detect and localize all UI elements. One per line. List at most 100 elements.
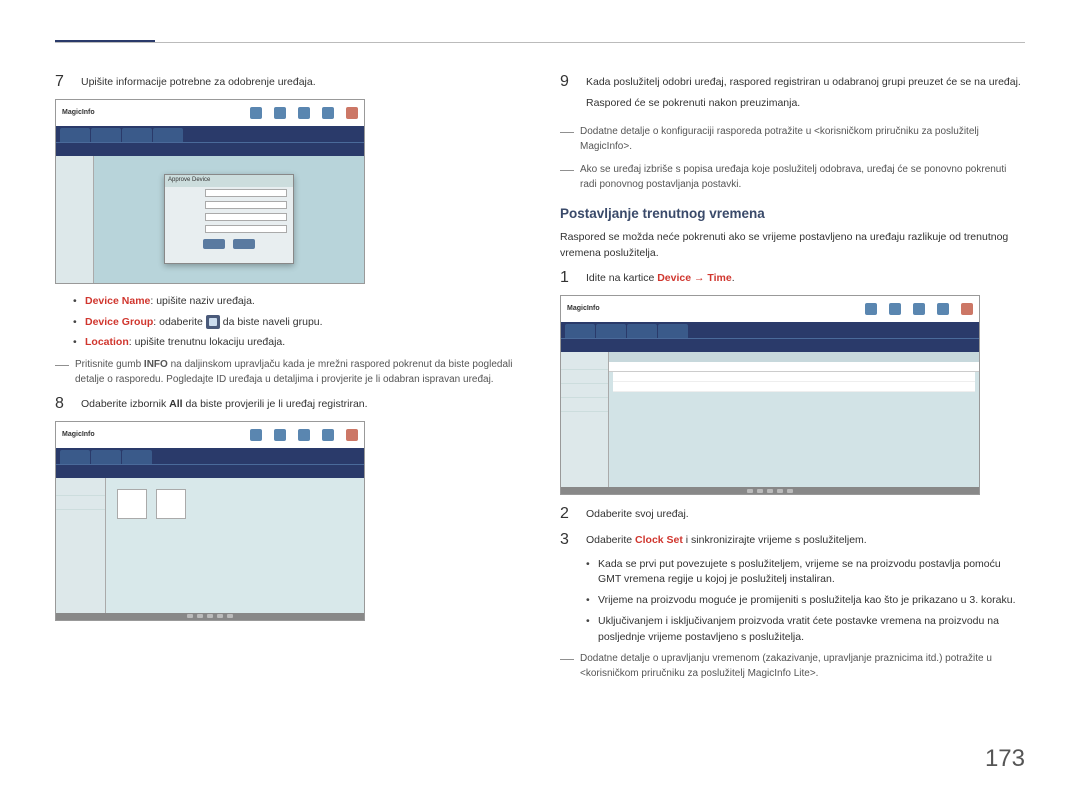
ss-dialog-row bbox=[165, 199, 293, 211]
screenshot-approve-device: MagicInfo Appro bbox=[55, 99, 365, 284]
ss-tabs bbox=[56, 448, 364, 464]
note-dash-icon: ― bbox=[560, 651, 574, 681]
t1-pre: Idite na kartice bbox=[586, 272, 657, 284]
note7-pre: Pritisnite gumb bbox=[75, 359, 144, 370]
ss-tabs bbox=[561, 322, 979, 338]
step8-pre: Odaberite izbornik bbox=[81, 398, 169, 410]
bullet-location: Location: upišite trenutnu lokaciju uređ… bbox=[73, 335, 520, 351]
ss-toolbar-icons bbox=[250, 429, 358, 441]
step9-line2: Raspored će se pokrenuti nakon preuziman… bbox=[586, 96, 1025, 112]
ss-logo: MagicInfo bbox=[567, 304, 600, 315]
ss-tab bbox=[658, 324, 688, 338]
ss-titlebar: MagicInfo bbox=[56, 422, 364, 448]
ss-logo: MagicInfo bbox=[62, 430, 95, 441]
step-9: 9 Kada poslužitelj odobri uređaj, raspor… bbox=[560, 73, 1025, 112]
ss-titlebar: MagicInfo bbox=[56, 100, 364, 126]
bullet-device-group: Device Group: odaberite da biste naveli … bbox=[73, 315, 520, 331]
note-step7-body: Pritisnite gumb INFO na daljinskom uprav… bbox=[75, 357, 520, 387]
ss-icon bbox=[298, 429, 310, 441]
step-number-7: 7 bbox=[55, 73, 69, 91]
ss-statusbar bbox=[56, 613, 364, 620]
ss-main bbox=[56, 478, 364, 613]
time-bullets: Kada se prvi put povezujete s poslužitel… bbox=[586, 557, 1025, 646]
page-number: 173 bbox=[985, 741, 1025, 777]
ss-toolbar-icons bbox=[250, 107, 358, 119]
step8-all: All bbox=[169, 398, 182, 410]
ss-icon bbox=[961, 303, 973, 315]
note-dash-icon: ― bbox=[55, 357, 69, 387]
text-device-group-2: da biste naveli grupu. bbox=[223, 316, 323, 328]
ss-thumbnail bbox=[117, 489, 147, 519]
ss-tab bbox=[60, 450, 90, 464]
ss-main bbox=[561, 352, 979, 487]
step7-bullets: Device Name: upišite naziv uređaja. Devi… bbox=[73, 294, 520, 351]
ss-table-row bbox=[613, 382, 975, 392]
ss-icon bbox=[937, 303, 949, 315]
t3-pre: Odaberite bbox=[586, 534, 635, 546]
ss-dialog-approve: Approve Device bbox=[164, 174, 294, 264]
ss-dialog-title: Approve Device bbox=[165, 175, 293, 187]
t3-post: i sinkronizirajte vrijeme s poslužitelje… bbox=[683, 534, 867, 546]
ss-main: Approve Device bbox=[56, 156, 364, 283]
t1-device: Device bbox=[657, 272, 691, 284]
group-picker-icon bbox=[206, 315, 220, 329]
ss-statusbar bbox=[561, 487, 979, 494]
step-8: 8 Odaberite izbornik All da biste provje… bbox=[55, 395, 520, 413]
step-t2-text: Odaberite svoj uređaj. bbox=[586, 505, 1025, 523]
step8-post: da biste provjerili je li uređaj registr… bbox=[183, 398, 368, 410]
ss-tab bbox=[565, 324, 595, 338]
step-number-t3: 3 bbox=[560, 531, 574, 549]
ss-tab bbox=[60, 128, 90, 142]
ss-dialog-row bbox=[165, 211, 293, 223]
t1-time: Time bbox=[707, 272, 731, 284]
step-t2: 2 Odaberite svoj uređaj. bbox=[560, 505, 1025, 523]
note-dash-icon: ― bbox=[560, 124, 574, 154]
step-number-t2: 2 bbox=[560, 505, 574, 523]
ss-icon bbox=[322, 107, 334, 119]
ss-thumbnail bbox=[156, 489, 186, 519]
ss-icon bbox=[913, 303, 925, 315]
ss-icon bbox=[250, 429, 262, 441]
step-t1-body: Idite na kartice Device → Time. bbox=[586, 269, 1025, 287]
note-9b-text: Ako se uređaj izbriše s popisa uređaja k… bbox=[580, 162, 1025, 192]
step-number-t1: 1 bbox=[560, 269, 574, 287]
ss-toolbar-icons bbox=[865, 303, 973, 315]
label-device-group: Device Group bbox=[85, 316, 153, 328]
ss-icon bbox=[322, 429, 334, 441]
t3-clockset: Clock Set bbox=[635, 534, 683, 546]
note-step7: ― Pritisnite gumb INFO na daljinskom upr… bbox=[55, 357, 520, 387]
ss-table-header bbox=[609, 362, 979, 372]
step-8-body: Odaberite izbornik All da biste provjeri… bbox=[81, 395, 520, 413]
note-9b: ― Ako se uređaj izbriše s popisa uređaja… bbox=[560, 162, 1025, 192]
ss-logo: MagicInfo bbox=[62, 108, 95, 119]
note-time: ― Dodatne detalje o upravljanju vremenom… bbox=[560, 651, 1025, 681]
label-location: Location bbox=[85, 336, 129, 348]
t1-post: . bbox=[732, 272, 735, 284]
ss-tab bbox=[627, 324, 657, 338]
header-thin-rule bbox=[55, 42, 1025, 43]
ss-subbar bbox=[56, 464, 364, 478]
screenshot-device-time: MagicInfo bbox=[560, 295, 980, 495]
ss-sidebar bbox=[561, 352, 609, 487]
ss-tab bbox=[596, 324, 626, 338]
ss-body: Approve Device bbox=[94, 156, 364, 283]
step-t3-body: Odaberite Clock Set i sinkronizirajte vr… bbox=[586, 531, 1025, 549]
step-t1: 1 Idite na kartice Device → Time. bbox=[560, 269, 1025, 287]
step-9-body: Kada poslužitelj odobri uređaj, raspored… bbox=[586, 73, 1025, 112]
ss-dialog-buttons bbox=[165, 237, 293, 251]
ss-sidebar bbox=[56, 156, 94, 283]
ss-icon bbox=[250, 107, 262, 119]
two-column-layout: 7 Upišite informacije potrebne za odobre… bbox=[55, 73, 1025, 689]
ss-tabs bbox=[56, 126, 364, 142]
ss-icon bbox=[889, 303, 901, 315]
section-heading-time: Postavljanje trenutnog vremena bbox=[560, 204, 1025, 224]
note-dash-icon: ― bbox=[560, 162, 574, 192]
right-column: 9 Kada poslužitelj odobri uređaj, raspor… bbox=[560, 73, 1025, 689]
time-bullet-2: Vrijeme na proizvodu moguće je promijeni… bbox=[586, 593, 1025, 609]
ss-icon bbox=[865, 303, 877, 315]
ss-tab bbox=[122, 128, 152, 142]
note-9a-text: Dodatne detalje o konfiguraciji raspored… bbox=[580, 124, 1025, 154]
ss-tab bbox=[153, 128, 183, 142]
ss-thumbnail-grid bbox=[106, 478, 364, 613]
note7-info: INFO bbox=[144, 359, 168, 370]
